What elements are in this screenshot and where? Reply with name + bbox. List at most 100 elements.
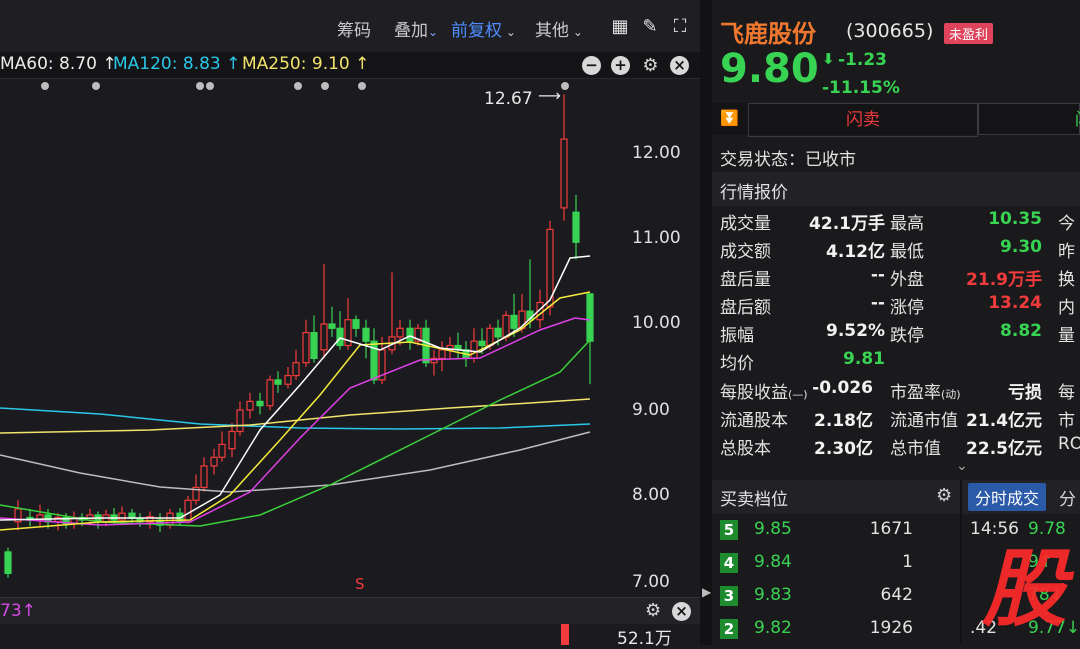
event-marker-dot[interactable]: [196, 82, 204, 90]
fund-label: 每股收益(—): [720, 378, 808, 403]
fund-label-sub: (动): [941, 388, 961, 401]
tab-tick-trades[interactable]: 分时成交: [968, 483, 1047, 511]
ma120-label: MA120: 8.83 ↑: [113, 54, 241, 74]
ask-price: 9.82: [754, 618, 792, 638]
quote-panel: 飞鹿股份 (300665) 未盈利 9.80 ⬇ -1.23 -11.15% ⏬…: [712, 0, 1080, 645]
splitter[interactable]: ▶: [700, 0, 712, 645]
quote-label-truncated: 量: [1058, 326, 1075, 346]
quote-section-title: 行情报价: [720, 183, 788, 203]
fund-label-text: 总股本: [720, 439, 771, 459]
fund-label-sub: (—): [788, 388, 808, 401]
quote-label: 最高: [890, 214, 924, 234]
chevron-down-icon: ⌄: [569, 25, 583, 39]
ask-price: 9.85: [754, 519, 792, 539]
pen-icon[interactable]: ✎: [640, 17, 660, 37]
chevron-down-icon[interactable]: ⌄: [956, 458, 968, 474]
close-icon[interactable]: ×: [672, 602, 691, 621]
y-tick-label: 9.00: [632, 400, 670, 420]
gear-icon[interactable]: ⚙: [645, 600, 661, 621]
quote-value: 9.52%: [826, 321, 885, 341]
status-badge: 未盈利: [944, 23, 994, 44]
fund-label-truncated: 市: [1058, 411, 1075, 431]
overlay-dropdown[interactable]: 叠加⌄: [394, 16, 438, 41]
ask-volume: 642: [880, 585, 913, 605]
quote-label-truncated: 内: [1058, 298, 1075, 318]
candle-body: [478, 340, 486, 347]
fund-value: 2.30亿: [814, 439, 873, 459]
quote-label: 成交量: [720, 214, 771, 234]
collapse-arrow-icon[interactable]: ▶: [702, 585, 711, 599]
event-marker-dot[interactable]: [321, 82, 329, 90]
peak-price-label: 12.67: [484, 89, 533, 109]
ma250-line: [0, 407, 591, 430]
gear-icon[interactable]: ⚙: [936, 485, 952, 506]
quote-value: 9.30: [1000, 237, 1042, 257]
close-icon[interactable]: ×: [670, 56, 689, 75]
event-marker-dot[interactable]: [206, 82, 214, 90]
trade-status: 交易状态：已收市: [720, 150, 856, 170]
event-marker-dot[interactable]: [92, 82, 100, 90]
candle-body: [438, 349, 446, 359]
event-marker-dot[interactable]: [294, 82, 302, 90]
tab-more[interactable]: 分: [1059, 485, 1076, 510]
watermark-logo: 股: [982, 540, 1067, 638]
plus-icon[interactable]: +: [611, 56, 630, 75]
candle-body: [218, 443, 226, 458]
fund-value: 22.5亿元: [966, 439, 1042, 459]
more-dropdown[interactable]: 其他 ⌄: [535, 16, 583, 41]
fund-label-text: 每股收益: [720, 383, 788, 403]
candle-body: [510, 314, 518, 329]
fund-label: 流通市值: [890, 406, 958, 431]
orderbook-title: 买卖档位: [720, 490, 788, 510]
stock-code: (300665): [846, 20, 934, 42]
tick-time: 14:56: [970, 519, 1019, 539]
last-price: 9.80: [720, 46, 819, 92]
fund-value: 亏损: [1008, 383, 1042, 403]
adjust-label: 前复权: [451, 21, 502, 41]
fund-label-truncated: RO: [1058, 434, 1080, 454]
quote-value: 13.24: [988, 293, 1042, 313]
candle-body: [118, 512, 126, 521]
price-change-pct: -11.15%: [822, 78, 900, 98]
event-marker-dot[interactable]: [358, 82, 366, 90]
ask-level-badge: 4: [720, 553, 738, 573]
quote-value: 42.1万手: [809, 214, 885, 234]
flash-buy-button[interactable]: 闪: [978, 103, 1080, 135]
sell-signal-marker: S: [355, 575, 365, 593]
expand-icon[interactable]: ⏬: [720, 109, 739, 127]
candle-body: [292, 362, 300, 377]
candle-body: [494, 327, 502, 338]
candle-body: [502, 314, 510, 338]
down-arrow-icon: ⬇: [822, 50, 835, 68]
candle-body: [246, 400, 254, 411]
candle-body: [320, 323, 328, 351]
adjust-dropdown[interactable]: 前复权 ⌄: [451, 16, 516, 41]
quote-label-truncated: 昨: [1058, 242, 1075, 262]
volume-ma-label: 73↑: [0, 601, 36, 621]
y-tick-label: 8.00: [632, 485, 670, 505]
flash-sell-button[interactable]: 闪卖: [748, 103, 978, 137]
ask-level-badge: 5: [720, 520, 738, 540]
quote-value: 10.35: [988, 209, 1042, 229]
fullscreen-icon[interactable]: ⛶: [670, 17, 690, 37]
ask-volume: 1671: [869, 519, 913, 539]
chips-button[interactable]: 筹码: [337, 16, 371, 41]
gear-icon[interactable]: ⚙: [641, 56, 660, 75]
minus-icon[interactable]: −: [582, 56, 601, 75]
event-marker-dot[interactable]: [561, 82, 569, 90]
ma60-label: MA60: 8.70 ↑: [0, 54, 117, 74]
event-marker-dot[interactable]: [41, 82, 49, 90]
quote-label: 涨停: [890, 298, 924, 318]
kline-chart[interactable]: 筹码 叠加⌄ 前复权 ⌄ 其他 ⌄ ▦ ✎ ⛶ MA60: 8.70 ↑ MA1…: [0, 0, 700, 649]
fund-label: 市盈率(动): [890, 378, 961, 403]
fund-label-truncated: 每: [1058, 383, 1075, 403]
stock-name: 飞鹿股份: [720, 20, 816, 48]
ask-level-badge: 3: [720, 586, 738, 606]
quote-label: 盘后量: [720, 270, 771, 290]
ma60-line: [0, 431, 591, 493]
quote-label: 跌停: [890, 326, 924, 346]
volume-pane-header: 73↑ ⚙ ×: [0, 597, 700, 624]
quote-label: 盘后额: [720, 298, 771, 318]
fund-label: 总市值: [890, 434, 941, 459]
grid-icon[interactable]: ▦: [610, 17, 630, 37]
